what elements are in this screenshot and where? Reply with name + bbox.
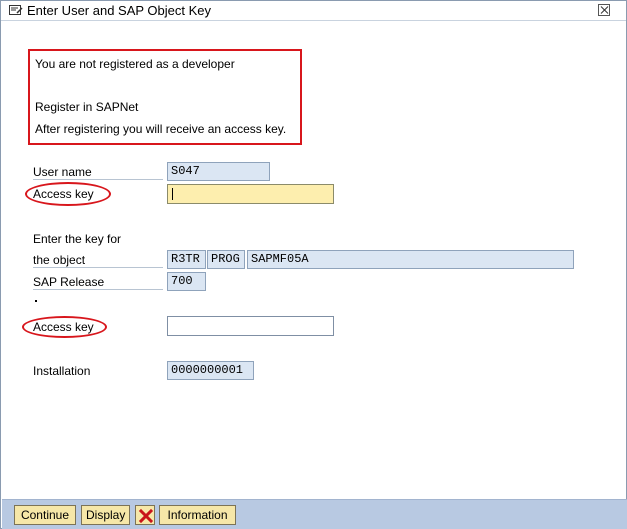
- cancel-x-icon: [139, 509, 153, 523]
- button-bar: Continue Display Information: [2, 499, 627, 529]
- user-access-key-input[interactable]: [167, 184, 334, 204]
- object-label: the object: [33, 253, 163, 268]
- continue-button[interactable]: Continue: [14, 505, 76, 525]
- information-button[interactable]: Information: [159, 505, 236, 525]
- dialog-window: Enter User and SAP Object Key You are no…: [0, 0, 627, 529]
- message-box: You are not registered as a developer Re…: [28, 49, 302, 145]
- message-line-1: You are not registered as a developer: [35, 57, 235, 71]
- installation-label: Installation: [33, 364, 91, 378]
- object-access-key-input[interactable]: [167, 316, 334, 336]
- title-bar: Enter User and SAP Object Key: [1, 1, 626, 21]
- window-title: Enter User and SAP Object Key: [27, 3, 212, 18]
- enter-key-label: Enter the key for: [33, 232, 122, 246]
- object-name-field: SAPMF05A: [247, 250, 574, 269]
- message-line-3: After registering you will receive an ac…: [35, 122, 287, 136]
- installation-field: 0000000001: [167, 361, 254, 380]
- sap-release-label: SAP Release: [33, 275, 163, 290]
- close-icon[interactable]: [598, 4, 610, 16]
- message-line-2: Register in SAPNet: [35, 100, 139, 114]
- object-pgmid-field: R3TR: [167, 250, 206, 269]
- object-access-key-highlight-ellipse: [22, 316, 107, 338]
- text-caret: [172, 188, 173, 200]
- object-type-field: PROG: [207, 250, 245, 269]
- cancel-button[interactable]: [135, 505, 155, 525]
- user-name-field: S047: [167, 162, 270, 181]
- user-name-label: User name: [33, 165, 163, 180]
- access-key-highlight-ellipse: [25, 182, 111, 206]
- display-button[interactable]: Display: [81, 505, 130, 525]
- key-dialog-icon: [9, 4, 23, 16]
- sap-release-field: 700: [167, 272, 206, 291]
- separator-dot: [35, 300, 37, 302]
